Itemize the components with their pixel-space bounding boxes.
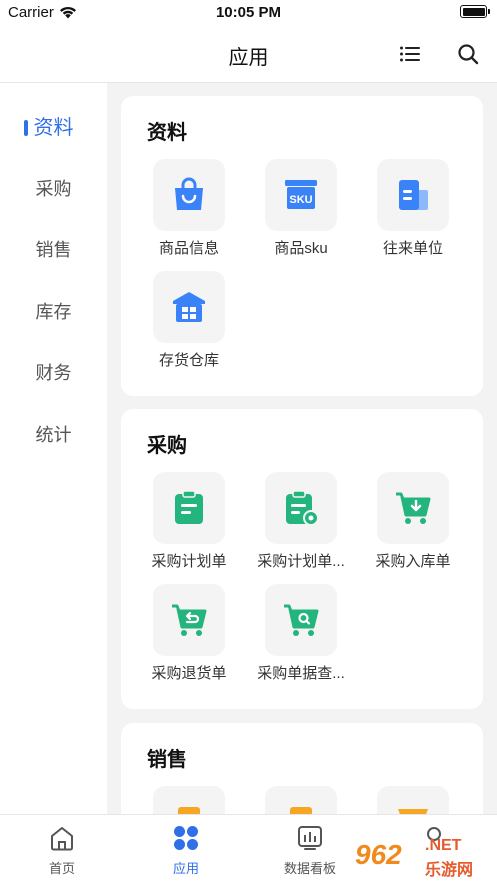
cart-return-icon bbox=[172, 604, 207, 636]
sales-box-icon bbox=[398, 809, 428, 814]
tab-label: 应用 bbox=[172, 861, 199, 876]
sidebar-item-label: 采购 bbox=[35, 179, 72, 199]
watermark-site: 乐游网 bbox=[425, 862, 474, 879]
tab-label: 数据看板 bbox=[283, 861, 336, 876]
app-grid-panel[interactable]: 资料 商品信息 SKU 商品sku 往来单位 存货仓库 采购 采购计划单 采购计… bbox=[107, 83, 497, 814]
sidebar-item-label: 销售 bbox=[35, 240, 72, 260]
home-icon bbox=[51, 827, 73, 851]
section-title: 资料 bbox=[147, 122, 187, 144]
app-item-sales-1[interactable] bbox=[137, 786, 241, 814]
app-item-采购退货单[interactable]: 采购退货单 bbox=[137, 584, 241, 688]
site-watermark: 962 .NET 乐游网 bbox=[355, 837, 491, 879]
app-label: 商品sku bbox=[274, 240, 328, 257]
app-label: 采购计划单... bbox=[257, 553, 345, 570]
nav-bar: 应用 bbox=[0, 26, 497, 83]
section-card-资料: 资料 商品信息 SKU 商品sku 往来单位 存货仓库 bbox=[121, 96, 483, 396]
section-title: 采购 bbox=[147, 435, 187, 457]
sales-doc-icon bbox=[290, 807, 312, 814]
sidebar-item-label: 统计 bbox=[35, 425, 72, 445]
tab-label: 首页 bbox=[48, 861, 75, 876]
app-item-sales-2[interactable] bbox=[249, 786, 353, 814]
shopping-bag-icon bbox=[175, 177, 203, 210]
warehouse-icon bbox=[173, 292, 205, 322]
sidebar-item-label: 库存 bbox=[35, 302, 72, 322]
category-sidebar: 资料 采购 销售 库存 财务 统计 bbox=[0, 83, 107, 814]
app-item-采购入库单[interactable]: 采购入库单 bbox=[361, 472, 465, 576]
section-title: 销售 bbox=[147, 749, 187, 771]
status-time: 10:05 PM bbox=[215, 4, 282, 21]
tab-home[interactable]: 首页 bbox=[0, 815, 124, 883]
cart-download-icon bbox=[396, 492, 431, 524]
tab-dashboard[interactable]: 数据看板 bbox=[248, 815, 372, 883]
watermark-net: .NET bbox=[425, 837, 462, 854]
chart-board-icon bbox=[298, 826, 322, 850]
app-label: 采购计划单 bbox=[151, 553, 227, 570]
app-item-采购计划单-settings[interactable]: 采购计划单... bbox=[249, 472, 353, 576]
svg-text:SKU: SKU bbox=[289, 194, 312, 206]
tab-apps[interactable]: 应用 bbox=[124, 815, 248, 883]
sidebar-item-label: 财务 bbox=[35, 363, 72, 383]
app-item-sales-3[interactable] bbox=[361, 786, 465, 814]
section-card-销售: 销售 bbox=[121, 723, 483, 814]
app-item-商品信息[interactable]: 商品信息 bbox=[137, 159, 241, 263]
battery-icon bbox=[460, 5, 490, 18]
sidebar-item-label: 资料 bbox=[33, 117, 74, 139]
cart-search-icon bbox=[284, 604, 319, 636]
sidebar-item-采购[interactable]: 采购 bbox=[0, 169, 107, 209]
app-item-往来单位[interactable]: 往来单位 bbox=[361, 159, 465, 263]
apps-icon bbox=[174, 826, 198, 850]
sku-box-icon: SKU bbox=[285, 180, 317, 209]
watermark-number: 962 bbox=[355, 839, 402, 870]
app-item-商品sku[interactable]: SKU 商品sku bbox=[249, 159, 353, 263]
clipboard-icon bbox=[175, 490, 203, 524]
app-label: 往来单位 bbox=[382, 240, 443, 257]
status-bar: Carrier 10:05 PM bbox=[0, 0, 497, 26]
app-label: 采购单据查... bbox=[257, 665, 345, 682]
building-icon bbox=[399, 180, 428, 210]
sidebar-item-销售[interactable]: 销售 bbox=[0, 230, 107, 270]
app-item-采购计划单[interactable]: 采购计划单 bbox=[137, 472, 241, 576]
sidebar-item-财务[interactable]: 财务 bbox=[0, 353, 107, 393]
search-button[interactable] bbox=[455, 41, 481, 67]
section-card-采购: 采购 采购计划单 采购计划单... 采购入库单 采购退货单 采购单据查... bbox=[121, 409, 483, 709]
active-indicator bbox=[24, 120, 28, 136]
sales-doc-icon bbox=[178, 807, 200, 814]
clipboard-settings-icon bbox=[286, 490, 319, 526]
app-item-采购单据查询[interactable]: 采购单据查... bbox=[249, 584, 353, 688]
tab-bar: 首页 应用 数据看板 962 .NET 乐游网 bbox=[0, 814, 497, 883]
list-button[interactable] bbox=[397, 41, 423, 67]
list-icon bbox=[400, 46, 420, 62]
search-icon bbox=[458, 44, 479, 65]
app-label: 存货仓库 bbox=[158, 352, 219, 369]
app-item-存货仓库[interactable]: 存货仓库 bbox=[137, 271, 241, 375]
sidebar-item-统计[interactable]: 统计 bbox=[0, 415, 107, 455]
app-label: 商品信息 bbox=[158, 240, 219, 257]
sidebar-item-资料[interactable]: 资料 bbox=[0, 108, 107, 148]
app-label: 采购入库单 bbox=[375, 553, 451, 570]
app-label: 采购退货单 bbox=[151, 665, 227, 682]
sidebar-item-库存[interactable]: 库存 bbox=[0, 292, 107, 332]
